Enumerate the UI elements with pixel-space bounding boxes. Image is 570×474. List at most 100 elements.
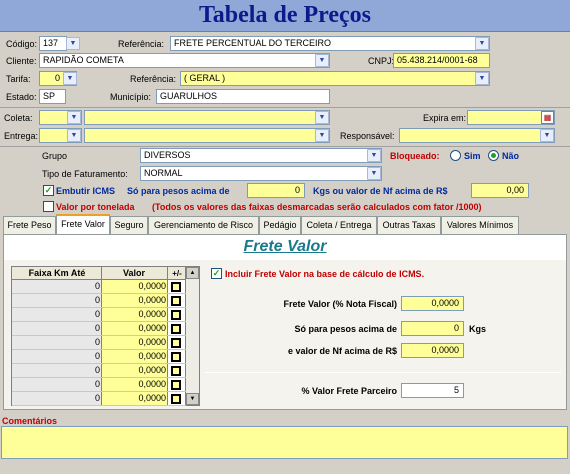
grid-cell-km[interactable]: 0 (12, 378, 100, 391)
referencia-field[interactable]: FRETE PERCENTUAL DO TERCEIRO (170, 36, 490, 51)
tab-frete-peso[interactable]: Frete Peso (3, 216, 56, 234)
municipio-field[interactable]: GUARULHOS (156, 89, 330, 104)
tipo-field[interactable]: NORMAL (140, 166, 382, 181)
row-toggle-checkbox[interactable] (171, 324, 181, 334)
grid-cell-valor[interactable]: 0,0000 (102, 350, 166, 363)
pesos-acima-label: Só para pesos acima de (127, 186, 230, 196)
status-bar (0, 460, 570, 474)
grid-cell-valor[interactable]: 0,0000 (102, 294, 166, 307)
tipo-dropdown-icon[interactable]: ▼ (367, 167, 381, 180)
frete-valor-label: Frete Valor (% Nota Fiscal) (283, 299, 397, 309)
tab-gerenciamento-risco[interactable]: Gerenciamento de Risco (148, 216, 259, 234)
referencia2-dropdown-icon[interactable]: ▼ (475, 72, 489, 85)
grid-scrollbar[interactable] (186, 267, 199, 405)
radio-selected-icon[interactable] (488, 150, 499, 161)
row-toggle-checkbox[interactable] (171, 282, 181, 292)
entrega-code-dropdown-icon[interactable]: ▼ (67, 129, 81, 142)
pesos-acima-field[interactable]: 0 (247, 183, 305, 198)
referencia-dropdown-icon[interactable]: ▼ (475, 37, 489, 50)
entrega-name-field[interactable] (84, 128, 330, 143)
tonelada-note: (Todos os valores das faixas desmarcadas… (152, 202, 482, 212)
parceiro-field[interactable]: 5 (401, 383, 464, 398)
panel-heading: Frete Valor (243, 238, 327, 255)
scroll-down-icon[interactable]: ▼ (186, 393, 199, 405)
grid-cell-km[interactable]: 0 (12, 308, 100, 321)
grid-cell-km[interactable]: 0 (12, 322, 100, 335)
grupo-field[interactable]: DIVERSOS (140, 148, 382, 163)
grid-col-faixa: Faixa Km Até (28, 268, 86, 278)
codigo-field[interactable]: 137 (39, 36, 67, 51)
grid-cell-valor[interactable]: 0,0000 (102, 322, 166, 335)
grid-cell-valor[interactable]: 0,0000 (102, 392, 166, 405)
tab-frete-valor[interactable]: Frete Valor (56, 214, 110, 235)
tab-outras-taxas[interactable]: Outras Taxas (377, 216, 441, 234)
row-toggle-checkbox[interactable] (171, 352, 181, 362)
grid-cell-km[interactable]: 0 (12, 336, 100, 349)
tipo-label: Tipo de Faturamento: (42, 169, 128, 179)
panel-pesos-field[interactable]: 0 (401, 321, 464, 336)
responsavel-dropdown-icon[interactable]: ▼ (540, 129, 554, 142)
grid-cell-valor[interactable]: 0,0000 (102, 308, 166, 321)
entrega-name-dropdown-icon[interactable]: ▼ (315, 129, 329, 142)
panel-nf-field[interactable]: 0,0000 (401, 343, 464, 358)
radio-sim-icon[interactable] (450, 150, 461, 161)
panel-nf-label: e valor de Nf acima de R$ (287, 346, 397, 356)
grid-cell-km[interactable]: 0 (12, 364, 100, 377)
tarifa-dropdown-icon[interactable]: ▼ (63, 72, 77, 85)
cnpj-label: CNPJ: (368, 56, 395, 66)
kgs-nf-label: Kgs ou valor de Nf acima de R$ (313, 186, 448, 196)
tarifa-label: Tarifa: (6, 74, 31, 84)
tonelada-checkbox[interactable] (43, 201, 54, 212)
calendar-icon[interactable]: ▦ (541, 111, 554, 124)
row-toggle-checkbox[interactable] (171, 366, 181, 376)
tab-coleta-entrega[interactable]: Coleta / Entrega (301, 216, 377, 234)
tab-seguro[interactable]: Seguro (110, 216, 148, 234)
coleta-name-dropdown-icon[interactable]: ▼ (315, 111, 329, 124)
estado-field[interactable]: SP (39, 89, 66, 104)
row-toggle-checkbox[interactable] (171, 338, 181, 348)
parceiro-label: % Valor Frete Parceiro (301, 386, 397, 396)
grupo-label: Grupo (42, 151, 68, 161)
cliente-dropdown-icon[interactable]: ▼ (315, 54, 329, 67)
grid-cell-km[interactable]: 0 (12, 392, 100, 405)
scroll-up-icon[interactable]: ▲ (186, 267, 199, 279)
grupo-dropdown-icon[interactable]: ▼ (367, 149, 381, 162)
nf-acima-field[interactable]: 0,00 (471, 183, 529, 198)
row-toggle-checkbox[interactable] (171, 394, 181, 404)
grid-cell-valor[interactable]: 0,0000 (102, 378, 166, 391)
coleta-name-field[interactable] (84, 110, 330, 125)
expira-label: Expira em: (423, 113, 467, 123)
row-toggle-checkbox[interactable] (171, 296, 181, 306)
comentarios-field[interactable] (1, 426, 568, 459)
grid-cell-valor[interactable]: 0,0000 (102, 336, 166, 349)
grid-cell-km[interactable]: 0 (12, 294, 100, 307)
embutir-checkbox-checked-icon[interactable]: ✓ (43, 185, 54, 196)
referencia2-label: Referência: (130, 74, 177, 84)
municipio-label: Município: (110, 92, 152, 102)
grid-row-line (12, 405, 186, 406)
page-title: Tabela de Preços (199, 2, 371, 28)
embutir-label: Embutir ICMS (56, 186, 116, 196)
frete-valor-field[interactable]: 0,0000 (401, 296, 464, 311)
row-toggle-checkbox[interactable] (171, 380, 181, 390)
grid-cell-km[interactable]: 0 (12, 280, 100, 293)
grid-cell-valor[interactable]: 0,0000 (102, 280, 166, 293)
grid-cell-valor[interactable]: 0,0000 (102, 364, 166, 377)
coleta-code-dropdown-icon[interactable]: ▼ (67, 111, 81, 124)
codigo-label: Código: (6, 39, 38, 49)
tab-valores-minimos[interactable]: Valores Mínimos (441, 216, 519, 234)
responsavel-field[interactable] (399, 128, 555, 143)
codigo-dropdown-icon[interactable]: ▼ (66, 37, 80, 50)
entrega-label: Entrega: (4, 131, 39, 141)
grid-vline (167, 267, 168, 405)
cnpj-field[interactable]: 05.438.214/0001-68 (393, 53, 490, 68)
grid-cell-km[interactable]: 0 (12, 350, 100, 363)
cliente-field[interactable]: RAPIDÃO COMETA (39, 53, 330, 68)
referencia-label: Referência: (118, 39, 165, 49)
row-toggle-checkbox[interactable] (171, 310, 181, 320)
panel-kgs-label: Kgs (469, 324, 487, 334)
grid-col-plusminus: +/- (172, 269, 182, 278)
referencia2-field[interactable]: ( GERAL ) (180, 71, 490, 86)
incluir-checkbox-checked-icon[interactable]: ✓ (211, 268, 222, 279)
tab-pedagio[interactable]: Pedágio (259, 216, 301, 234)
